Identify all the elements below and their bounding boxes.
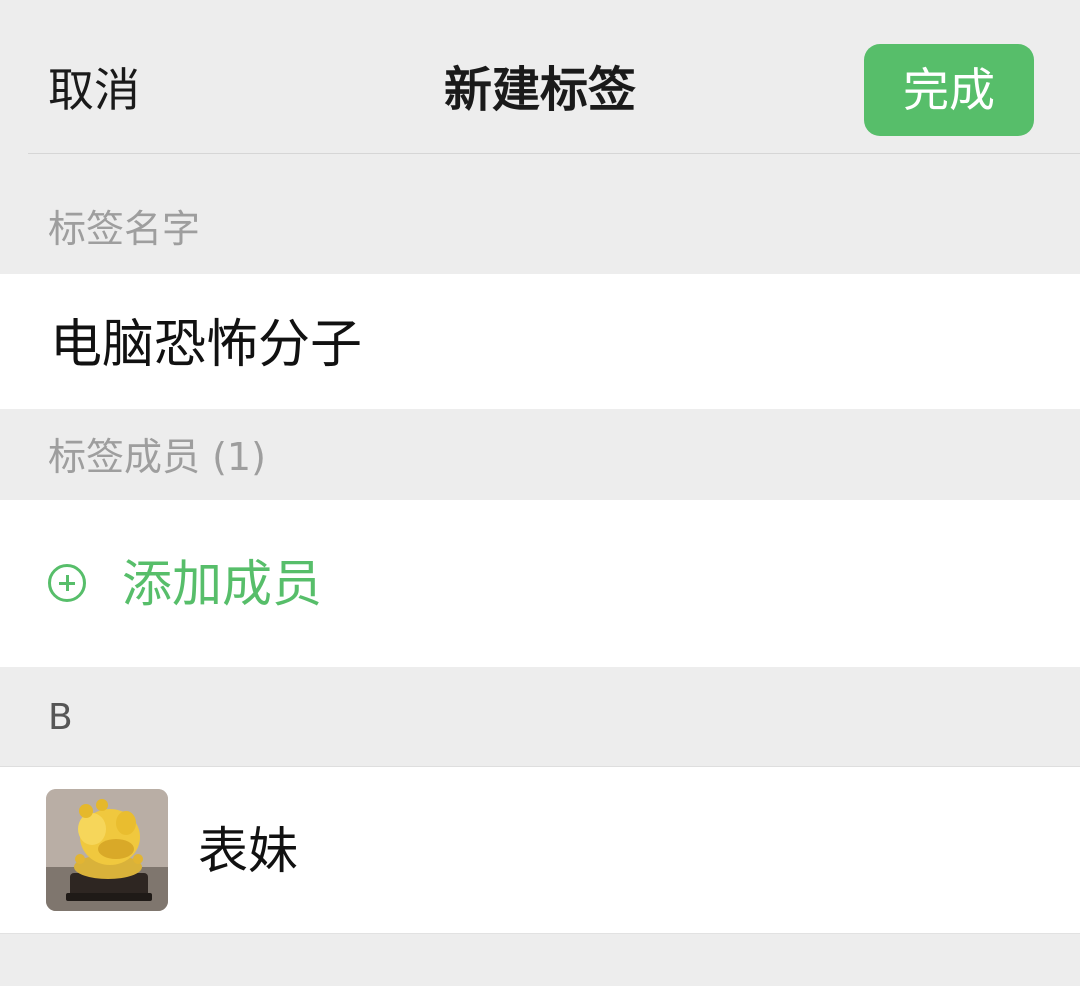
tag-name-row[interactable]: 电脑恐怖分子 [0,274,1080,409]
contact-list-item[interactable]: 表妹 [0,767,1080,933]
tag-name-input[interactable]: 电脑恐怖分子 [50,314,362,376]
golden-pig-statue-image [46,789,168,911]
plus-circle-icon [48,564,86,602]
add-member-button[interactable]: 添加成员 [122,554,322,614]
contact-index-letter: B [48,697,73,738]
done-button[interactable]: 完成 [864,44,1034,136]
avatar [46,789,168,911]
contact-name: 表妹 [198,822,298,880]
new-tag-screen: 取消 新建标签 完成 标签名字 电脑恐怖分子 标签成员 (1) 添加成员 B 表… [0,0,1080,986]
list-bottom-divider [0,933,1080,934]
tag-name-section-label: 标签名字 [48,207,201,251]
nav-bar: 取消 新建标签 完成 [0,0,1080,154]
add-member-row[interactable]: 添加成员 [0,500,1080,667]
nav-divider [28,153,1080,154]
tag-members-section-label: 标签成员 (1) [48,435,266,479]
